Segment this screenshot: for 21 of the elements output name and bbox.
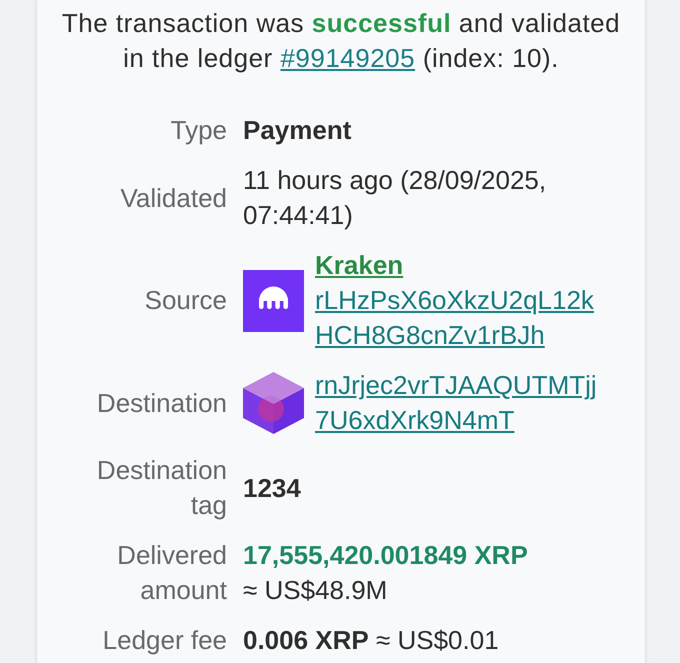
amount-value: 17,555,420.001849 XRP (243, 540, 528, 570)
account-address-link[interactable]: rLHzPsX6oXkzU2qL12kHCH8G8cnZv1rBJh (315, 283, 603, 353)
cube-icon (243, 372, 304, 434)
field-value: Payment (243, 114, 352, 147)
account-address-link[interactable]: rnJrjec2vrTJAAQUTMTjj7U6xdXrk9N4mT (315, 368, 603, 438)
field-label: Delivered amount (116, 539, 227, 607)
field-label: Source (144, 284, 227, 317)
field-label: Destination tag (96, 454, 227, 522)
amount-value: 0.006 XRP (243, 625, 369, 655)
status-sentence: The transaction was successful and validated in the ledger #99149205 (index: 10). (60, 7, 622, 75)
field-value: 1234 (243, 472, 301, 504)
field-value: 11 hours ago (28/09/2025, 07:44:41) (243, 164, 548, 232)
field-label: Destination (96, 386, 227, 420)
field-label: Type (170, 114, 227, 147)
fiat-value: ≈ US$48.9M (243, 575, 388, 605)
account-name-link[interactable]: Kraken (315, 248, 404, 283)
fiat-value: ≈ US$0.01 (376, 625, 499, 655)
ledger-link[interactable]: #99149205 (280, 43, 416, 73)
octopus-logo-icon (243, 270, 304, 332)
field-label: Validated (120, 182, 227, 214)
field-label: Ledger fee (102, 624, 227, 657)
